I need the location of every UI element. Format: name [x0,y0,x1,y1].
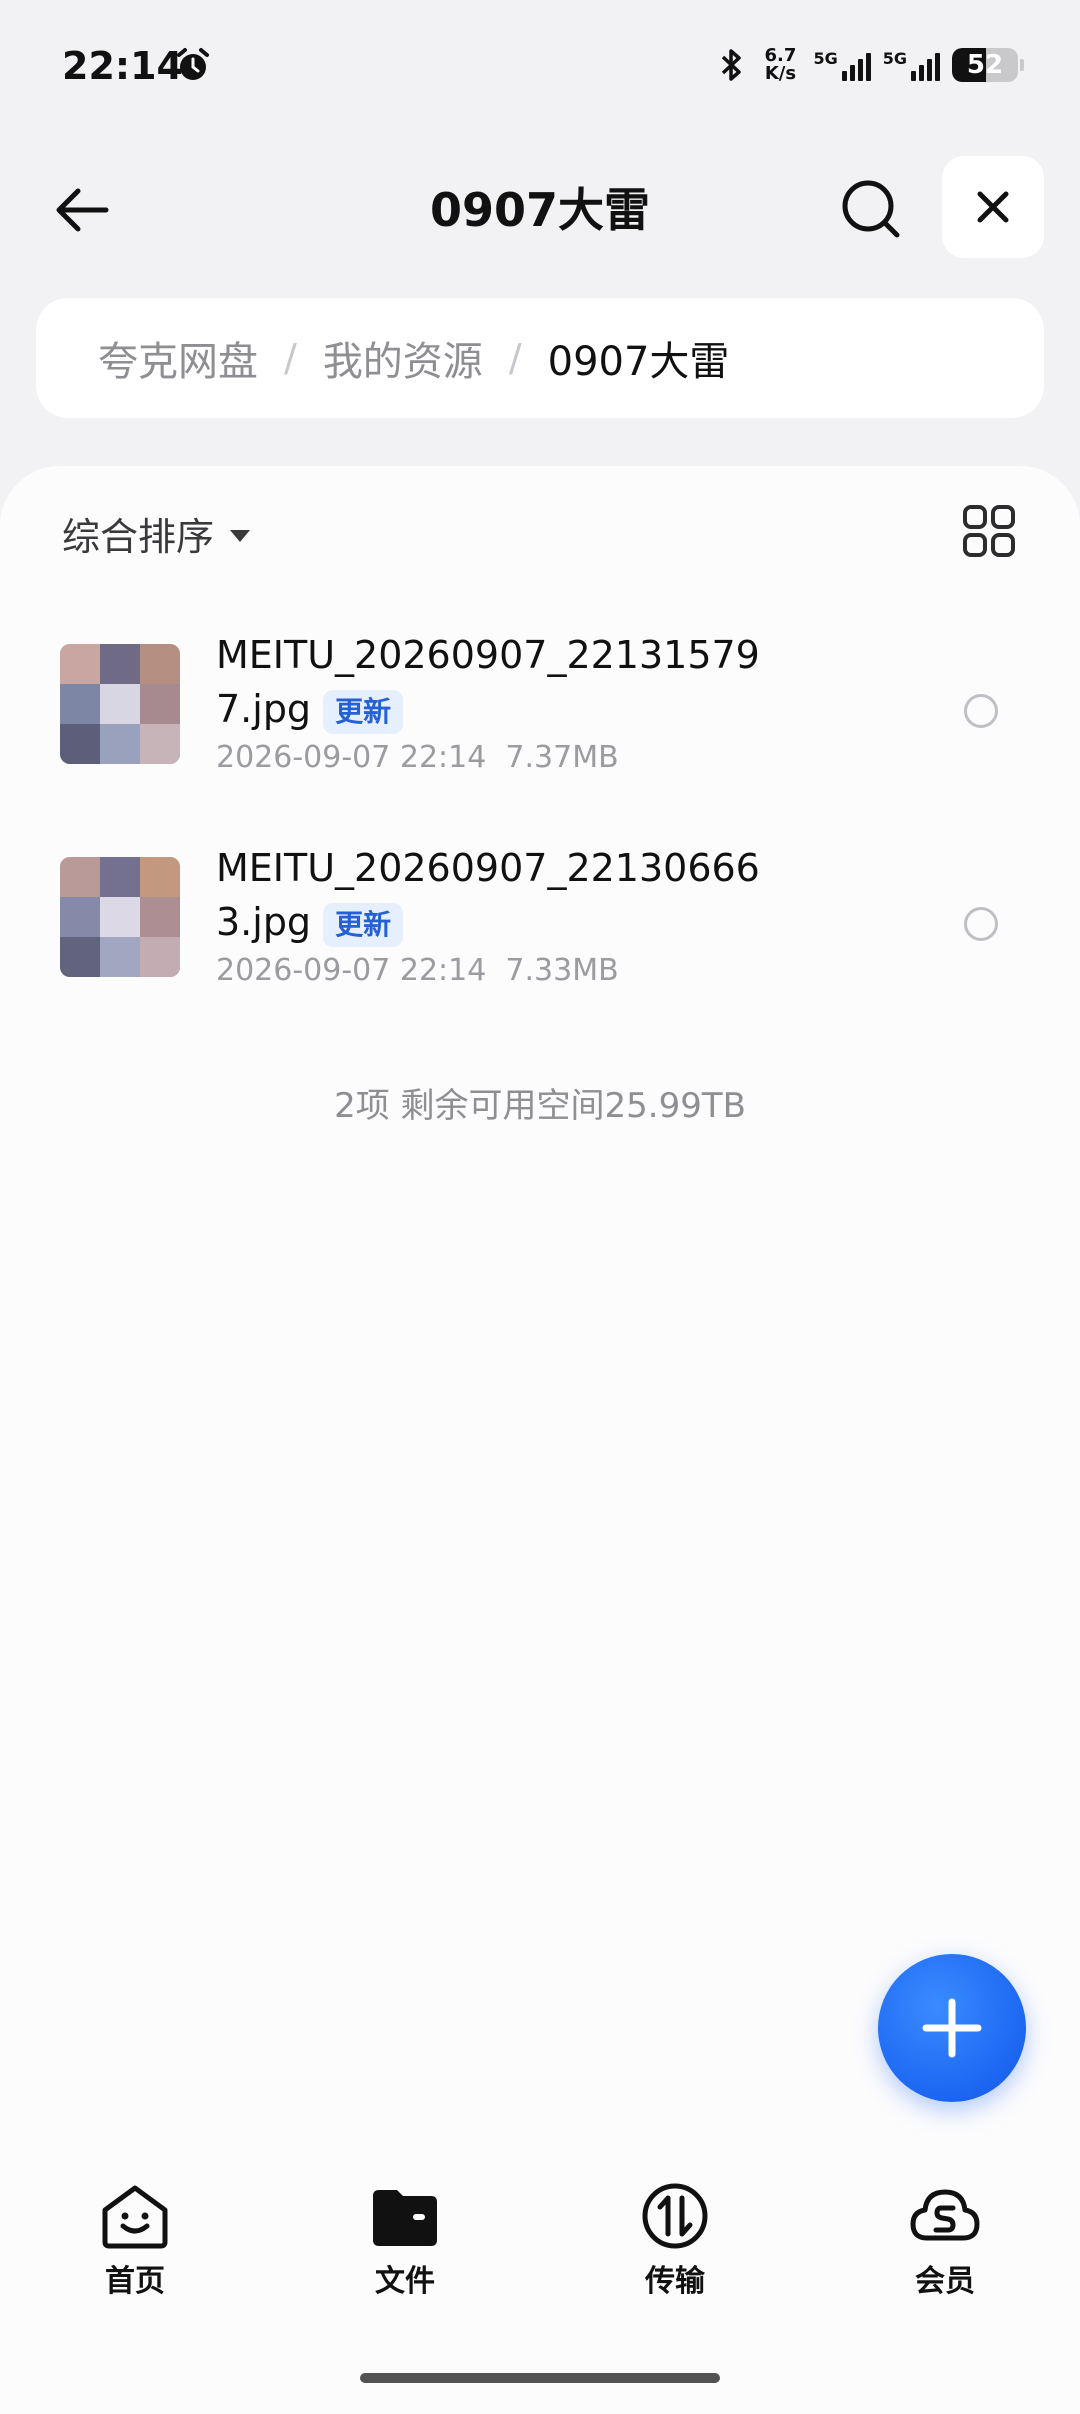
close-icon [977,191,1009,223]
breadcrumb-item-current: 0907大雷 [547,339,730,385]
network-speed: 6.7 K/s [764,45,797,84]
battery-icon: 52 [952,48,1018,82]
add-button[interactable] [878,1954,1026,2102]
breadcrumb-separator: / [508,336,522,380]
breadcrumb-item-my-resources[interactable]: 我的资源 [323,329,483,387]
file-date: 2026-09-07 22:14 [216,953,487,988]
signal-bars-icon [911,49,940,81]
grid-view-icon[interactable] [962,504,1016,558]
file-list: MEITU_20260907_221315797.jpg 更新 2026-09-0… [0,606,1080,1032]
home-indicator[interactable] [360,2373,720,2383]
nav-item-home[interactable]: 首页 [0,2180,270,2320]
file-size: 7.33MB [505,953,619,988]
nav-label: 会员 [915,2264,975,2299]
caret-down-icon [230,529,251,542]
file-size: 7.37MB [505,740,619,775]
file-row[interactable]: MEITU_20260907_221306663.jpg 更新 2026-09-0… [0,819,1080,1032]
status-time: 22:14 [62,44,183,88]
update-badge: 更新 [323,902,404,947]
status-bar: 22:14 6.7 K/s 5G 5G 52 [0,0,1080,130]
file-name: MEITU_20260907_221306663.jpg 更新 [216,841,776,949]
sim1-signal: 5G [813,49,871,81]
file-meta: 2026-09-07 22:14 7.37MB [216,740,619,775]
nav-item-files[interactable]: 文件 [270,2180,540,2320]
image-thumbnail [60,857,180,977]
select-radio[interactable] [964,907,998,941]
alarm-clock-icon [177,48,209,80]
nav-item-transfer[interactable]: 传输 [540,2180,810,2320]
signal-bars-icon [841,49,871,81]
transfer-icon [642,2183,708,2249]
file-name: MEITU_20260907_221315797.jpg 更新 [216,628,776,736]
folder-icon [373,2190,437,2246]
bluetooth-icon [722,49,742,81]
nav-item-membership[interactable]: 会员 [810,2180,1080,2320]
sort-label: 综合排序 [62,515,215,559]
sim2-signal: 5G [883,49,940,81]
sort-dropdown[interactable]: 综合排序 [62,506,251,561]
breadcrumb-item-root[interactable]: 夸克网盘 [98,329,258,387]
update-badge: 更新 [323,689,404,734]
file-panel: 综合排序 MEITU_20260907_221315797.jpg 更新 202… [0,466,1080,2414]
search-button[interactable] [838,176,904,242]
close-button[interactable] [942,156,1044,258]
select-radio[interactable] [964,694,998,728]
search-icon [842,180,900,238]
nav-label: 传输 [645,2264,705,2299]
file-date: 2026-09-07 22:14 [216,740,487,775]
nav-label: 文件 [375,2264,435,2299]
breadcrumb: 夸克网盘 / 我的资源 / 0907大雷 [36,298,1044,418]
file-meta: 2026-09-07 22:14 7.33MB [216,953,619,988]
bottom-nav: 首页 文件 传输 会员 [0,2180,1080,2320]
membership-cloud-icon [910,2189,980,2241]
file-row[interactable]: MEITU_20260907_221315797.jpg 更新 2026-09-0… [0,606,1080,819]
page-title: 0907大雷 [429,183,651,237]
image-thumbnail [60,644,180,764]
nav-label: 首页 [105,2264,165,2299]
storage-summary: 2项 剩余可用空间25.99TB [334,1086,746,1126]
home-face-icon [102,2185,168,2249]
breadcrumb-separator: / [284,336,297,380]
plus-icon [922,1998,982,2058]
